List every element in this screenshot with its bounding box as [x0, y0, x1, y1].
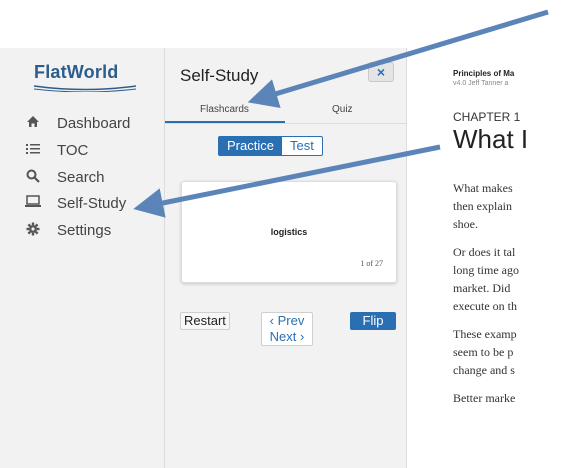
home-icon: [24, 115, 42, 131]
sidebar-item-label: Search: [57, 168, 105, 186]
book-title: Principles of Ma: [453, 69, 515, 78]
search-icon: [24, 169, 42, 186]
restart-button[interactable]: Restart: [180, 312, 230, 330]
text-line: Better marke: [453, 391, 516, 405]
test-mode-button[interactable]: Test: [282, 137, 322, 155]
sidebar-item-label: TOC: [57, 141, 89, 159]
text-line: long time ago: [453, 263, 519, 277]
panel-title: Self-Study: [180, 66, 259, 85]
prev-next-control: ‹ Prev Next ›: [261, 312, 313, 346]
active-tab-indicator: [165, 121, 285, 123]
text-line: then explain: [453, 199, 512, 213]
mode-toggle: Practice Test: [218, 136, 323, 156]
sidebar-item-settings[interactable]: Settings: [24, 219, 111, 241]
sidebar-item-toc[interactable]: TOC: [24, 139, 88, 161]
text-line: shoe.: [453, 217, 478, 231]
tab-quiz[interactable]: Quiz: [332, 104, 353, 115]
sidebar-item-label: Settings: [57, 221, 112, 239]
sidebar-item-label: Self-Study: [57, 194, 127, 212]
sidebar-item-dashboard[interactable]: Dashboard: [24, 112, 130, 134]
close-button[interactable]: ×: [368, 62, 394, 82]
flashcard[interactable]: logistics 1 of 27: [181, 181, 397, 283]
tab-divider: [165, 123, 407, 124]
flatworld-logo[interactable]: FlatWorld: [34, 62, 118, 83]
flashcard-counter: 1 of 27: [360, 259, 383, 268]
flashcard-term: logistics: [270, 227, 308, 237]
logo-swoosh: [33, 85, 137, 92]
text-line: seem to be p: [453, 345, 514, 359]
gear-icon: [24, 222, 42, 239]
reader-pane: Principles of Ma v4.0 Jeff Tanner a CHAP…: [408, 48, 578, 468]
sidebar-nav: FlatWorld Dashboard TOC Search Self-Stud…: [0, 48, 165, 468]
chapter-label: CHAPTER 1: [453, 110, 521, 124]
chapter-title: What I: [453, 124, 529, 154]
text-line: These examp: [453, 327, 517, 341]
next-button[interactable]: Next ›: [262, 329, 312, 345]
text-line: What makes: [453, 181, 513, 195]
self-study-panel: Self-Study × Flashcards Quiz Practice Te…: [165, 48, 407, 468]
tab-flashcards[interactable]: Flashcards: [200, 104, 249, 115]
book-meta: v4.0 Jeff Tanner a: [453, 80, 509, 87]
sidebar-item-self-study[interactable]: Self-Study: [24, 192, 126, 214]
list-icon: [24, 142, 42, 158]
laptop-icon: [24, 195, 42, 211]
prev-button[interactable]: ‹ Prev: [262, 313, 312, 329]
practice-mode-button[interactable]: Practice: [219, 137, 282, 155]
sidebar-item-search[interactable]: Search: [24, 166, 105, 188]
flip-button[interactable]: Flip: [350, 312, 396, 330]
text-line: Or does it tal: [453, 245, 516, 259]
text-line: execute on th: [453, 299, 517, 313]
text-line: market. Did: [453, 281, 511, 295]
sidebar-item-label: Dashboard: [57, 114, 131, 132]
text-line: change and s: [453, 363, 515, 377]
